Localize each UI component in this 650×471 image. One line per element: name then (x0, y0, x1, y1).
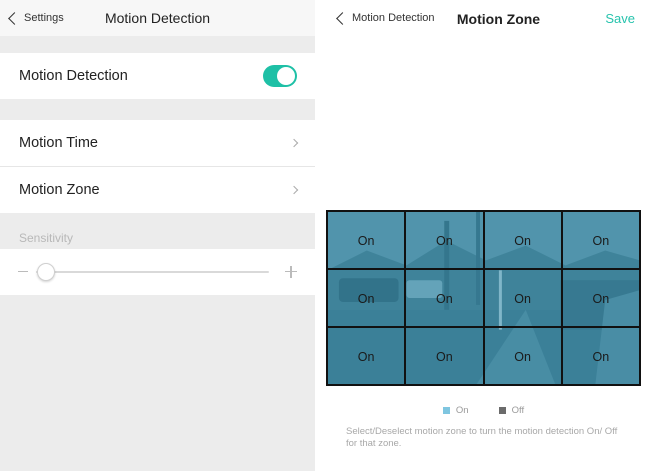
zone-cell[interactable]: On (483, 327, 562, 385)
sensitivity-thumb[interactable] (37, 263, 55, 281)
chevron-right-icon (289, 138, 299, 148)
motion-detection-row: Motion Detection (0, 53, 315, 99)
zone-cell[interactable]: On (561, 327, 640, 385)
zone-grid: On On On On On On On On On On On On (327, 211, 640, 385)
zone-cell[interactable]: On (405, 269, 484, 327)
chevron-right-icon (289, 185, 299, 195)
motion-zone-row[interactable]: Motion Zone (0, 167, 315, 213)
navbar: Settings Motion Detection (0, 0, 315, 36)
back-label: Motion Detection (352, 12, 435, 24)
zone-cell[interactable]: On (483, 269, 562, 327)
chevron-left-icon (8, 11, 21, 25)
zone-cell[interactable]: On (483, 211, 562, 269)
sensitivity-label: Sensitivity (19, 231, 74, 245)
legend-off-swatch (498, 407, 506, 414)
zone-cell[interactable]: On (561, 211, 640, 269)
zone-cell[interactable]: On (405, 327, 484, 385)
save-button[interactable]: Save (605, 11, 635, 26)
camera-preview: On On On On On On On On On On On On (326, 210, 641, 386)
zone-cell[interactable]: On (327, 211, 406, 269)
minus-icon[interactable] (18, 271, 28, 273)
legend-off-label: Off (511, 405, 525, 416)
legend-on: On (442, 405, 469, 416)
toggle-knob (277, 67, 295, 85)
plus-icon-vertical (290, 266, 292, 278)
settings-panel: Settings Motion Detection Motion Detecti… (0, 0, 315, 471)
back-button[interactable]: Settings (6, 0, 64, 36)
back-label: Settings (24, 12, 64, 24)
navbar: Motion Detection Motion Zone Save (326, 0, 641, 36)
sensitivity-slider-row (0, 249, 315, 295)
legend: On Off (326, 405, 641, 416)
chevron-left-icon (336, 11, 349, 25)
motion-zone-label: Motion Zone (19, 182, 100, 198)
zone-cell[interactable]: On (405, 211, 484, 269)
legend-on-swatch (442, 407, 450, 414)
motion-time-label: Motion Time (19, 135, 98, 151)
zone-cell[interactable]: On (327, 327, 406, 385)
motion-detection-toggle[interactable] (263, 65, 297, 87)
motion-detection-label: Motion Detection (19, 68, 128, 84)
help-text: Select/Deselect motion zone to turn the … (346, 426, 618, 449)
legend-on-label: On (455, 405, 469, 416)
zone-cell[interactable]: On (561, 269, 640, 327)
motion-zone-panel: Motion Detection Motion Zone Save On On On… (326, 0, 641, 471)
motion-time-row[interactable]: Motion Time (0, 120, 315, 166)
back-button[interactable]: Motion Detection (334, 0, 435, 36)
zone-cell[interactable]: On (327, 269, 406, 327)
legend-off: Off (498, 405, 525, 416)
sensitivity-track[interactable] (36, 271, 269, 273)
